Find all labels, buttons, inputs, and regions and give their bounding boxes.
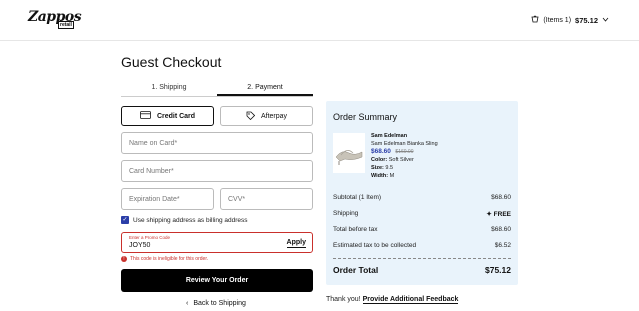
promo-error-text: This code is ineligible for this order.: [130, 256, 209, 262]
feedback-line: Thank you! Provide Additional Feedback: [326, 296, 459, 304]
subtotal-label: Subtotal (1 Item): [333, 194, 382, 201]
card-number-placeholder: Card Number*: [129, 167, 174, 175]
product-brand: Sam Edelman: [371, 133, 408, 139]
feedback-link[interactable]: Provide Additional Feedback: [362, 296, 459, 304]
promo-code-input[interactable]: Enter a Promo Code JOY50 Apply: [121, 232, 313, 253]
product-name[interactable]: Sam Edelman Bianka Sling: [371, 140, 438, 148]
summary-divider: [333, 258, 511, 259]
afterpay-button[interactable]: Afterpay: [220, 106, 313, 126]
shipping-value: ✦ FREE: [486, 210, 511, 218]
shipping-label: Shipping: [333, 210, 359, 217]
cart-button[interactable]: (Items 1) $75.12: [531, 15, 609, 25]
cvv-field[interactable]: CVV*: [220, 188, 313, 210]
name-on-card-placeholder: Name on Card*: [129, 139, 178, 147]
size-label: Size:: [371, 165, 384, 171]
product-price: $68.60: [371, 148, 391, 155]
shipping-row: Shipping ✦ FREE: [333, 210, 511, 218]
subtotal-value: $68.60: [491, 194, 511, 201]
review-order-button[interactable]: Review Your Order: [121, 269, 313, 292]
estimated-tax-value: $6.52: [494, 242, 511, 249]
order-summary: Order Summary Sam Edelman Sam Edelman Bi…: [326, 101, 518, 285]
billing-address-checkbox[interactable]: ✓ Use shipping address as billing addres…: [121, 216, 248, 224]
error-icon: !: [121, 256, 127, 262]
checkout-tabs: 1. Shipping 2. Payment: [121, 82, 313, 97]
estimated-tax-label: Estimated tax to be collected: [333, 242, 417, 249]
checkmark-icon[interactable]: ✓: [121, 216, 129, 224]
width-label: Width:: [371, 173, 389, 179]
card-number-field[interactable]: Card Number*: [121, 160, 313, 182]
product-width: M: [389, 173, 395, 179]
chevron-left-icon: ‹: [186, 300, 189, 307]
chevron-down-icon: [602, 17, 609, 24]
afterpay-label: Afterpay: [260, 112, 288, 120]
order-summary-title: Order Summary: [333, 112, 398, 122]
subtotal-row: Subtotal (1 Item) $68.60: [333, 194, 511, 201]
top-bar: Zappos retail (Items 1) $75.12: [0, 0, 639, 41]
tab-payment[interactable]: 2. Payment: [217, 82, 313, 96]
sparkle-icon: ✦: [486, 211, 494, 218]
product-details: Sam Edelman Sam Edelman Bianka Sling $68…: [371, 132, 438, 180]
promo-code-value: JOY50: [129, 242, 151, 249]
expiration-date-field[interactable]: Expiration Date*: [121, 188, 214, 210]
tab-shipping[interactable]: 1. Shipping: [121, 82, 217, 96]
total-before-tax-row: Total before tax $68.60: [333, 226, 511, 233]
back-to-shipping-label: Back to Shipping: [193, 300, 246, 307]
tag-icon: [246, 111, 256, 122]
order-total-value: $75.12: [485, 265, 511, 275]
cart-icon: [531, 15, 539, 25]
credit-card-button[interactable]: Credit Card: [121, 106, 214, 126]
name-on-card-field[interactable]: Name on Card*: [121, 132, 313, 154]
apply-button[interactable]: Apply: [286, 239, 306, 248]
estimated-tax-row: Estimated tax to be collected $6.52: [333, 242, 511, 249]
total-before-tax-label: Total before tax: [333, 226, 378, 233]
cart-count: (Items 1): [543, 16, 572, 24]
feedback-prefix: Thank you!: [326, 296, 361, 303]
page-title: Guest Checkout: [121, 54, 222, 70]
credit-card-icon: [140, 111, 151, 121]
logo-subtext: retail: [58, 21, 74, 29]
product-original-price: $160.00: [395, 149, 414, 155]
credit-card-label: Credit Card: [156, 112, 196, 120]
product-size: 9.5: [385, 165, 394, 171]
billing-address-label: Use shipping address as billing address: [133, 216, 248, 224]
order-total-label: Order Total: [333, 265, 379, 275]
product-thumbnail[interactable]: [333, 133, 365, 173]
color-label: Color:: [371, 157, 388, 163]
back-to-shipping-link[interactable]: ‹ Back to Shipping: [186, 300, 246, 307]
cart-total: $75.12: [575, 15, 598, 25]
total-before-tax-value: $68.60: [491, 226, 511, 233]
cvv-placeholder: CVV*: [228, 195, 246, 203]
promo-code-label: Enter a Promo Code: [129, 235, 171, 240]
expiration-date-placeholder: Expiration Date*: [129, 195, 180, 203]
product-color: Soft Silver: [388, 157, 414, 163]
order-total-row: Order Total $75.12: [333, 265, 511, 275]
promo-error: ! This code is ineligible for this order…: [121, 256, 208, 262]
shipping-value-text: FREE: [493, 211, 511, 218]
